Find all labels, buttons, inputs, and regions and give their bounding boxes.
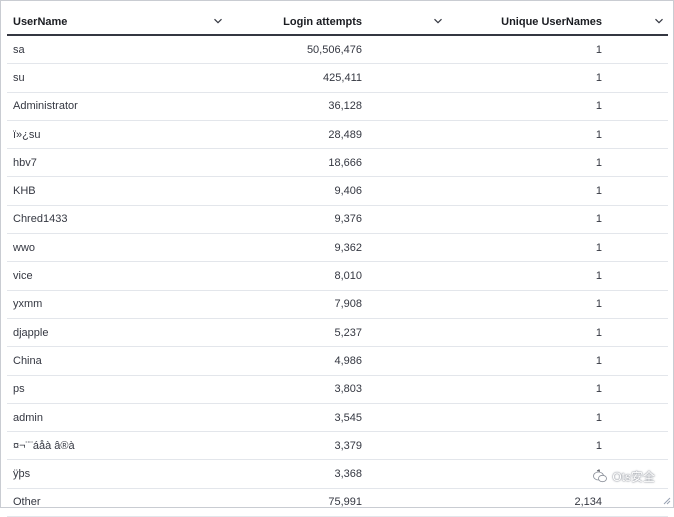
login-attempts-cell: 9,406 — [334, 185, 362, 198]
unique-usernames-cell: 1 — [595, 128, 602, 141]
column-header-label: Login attempts — [283, 15, 362, 28]
username-cell: Other — [13, 496, 41, 509]
username-cell: admin — [13, 411, 43, 424]
unique-usernames-cell: 1 — [595, 439, 602, 452]
watermark-text: Ots安全 — [612, 470, 655, 484]
resize-handle-icon[interactable] — [663, 497, 671, 505]
table-row: sa 50,506,476 1 — [7, 36, 668, 65]
unique-usernames-cell: 1 — [595, 156, 602, 169]
unique-usernames-cell: 1 — [595, 298, 602, 311]
column-header-label: Unique UserNames — [501, 15, 602, 28]
table-row: Chred1433 9,376 1 — [7, 206, 668, 235]
login-attempts-cell: 425,411 — [323, 71, 362, 84]
username-cell: sa — [13, 43, 25, 56]
table-row: Administrator 36,128 1 — [7, 93, 668, 121]
chevron-down-icon[interactable] — [654, 16, 664, 26]
login-attempts-cell: 7,908 — [334, 298, 362, 311]
unique-usernames-cell: 1 — [595, 100, 602, 113]
login-attempts-cell: 9,376 — [334, 213, 362, 226]
login-attempts-cell: 5,237 — [334, 326, 362, 339]
login-attempts-cell: 3,368 — [334, 468, 362, 481]
table-row: su 425,411 1 — [7, 64, 668, 93]
table-row: ps 3,803 1 — [7, 376, 668, 404]
table-header: UserName Login attempts Unique UserNames — [7, 9, 668, 36]
wechat-icon — [593, 471, 608, 482]
table-row: Other 75,991 2,134 — [7, 489, 668, 517]
login-attempts-cell: 75,991 — [328, 496, 362, 509]
login-attempts-cell: 3,379 — [334, 439, 362, 452]
table-body: sa 50,506,476 1 su 425,411 1 Administrator 36,1… — [7, 36, 668, 517]
login-attempts-cell: 18,666 — [328, 156, 362, 169]
unique-usernames-cell: 1 — [595, 411, 602, 424]
column-header-unique-usernames[interactable]: Unique UserNames — [447, 9, 668, 34]
username-cell: ¤¬¨¨áåà â®à — [13, 439, 75, 452]
unique-usernames-cell: 1 — [595, 326, 602, 339]
table-row: admin 3,545 1 — [7, 404, 668, 433]
chevron-down-icon[interactable] — [433, 16, 443, 26]
username-cell: vice — [13, 270, 33, 283]
login-attempts-cell: 50,506,476 — [306, 43, 362, 56]
table-row: KHB 9,406 1 — [7, 177, 668, 206]
username-cell: djapple — [13, 326, 49, 339]
username-cell: China — [13, 354, 42, 367]
unique-usernames-cell: 1 — [595, 185, 602, 198]
unique-usernames-cell: 1 — [595, 354, 602, 367]
unique-usernames-cell: 1 — [595, 71, 602, 84]
table-row: ÿþs3,3681 — [7, 460, 668, 489]
unique-usernames-cell: 1 — [595, 270, 602, 283]
table-row: yxmm 7,908 1 — [7, 291, 668, 319]
username-cell: ÿþs — [13, 468, 31, 481]
login-attempts-cell: 3,545 — [334, 411, 362, 424]
username-cell: Administrator — [13, 100, 78, 113]
table-row: wwo 9,362 1 — [7, 234, 668, 263]
column-header-login-attempts[interactable]: Login attempts — [227, 9, 447, 34]
username-cell: ï»¿su — [13, 128, 41, 141]
column-header-label: UserName — [13, 15, 68, 28]
username-cell: yxmm — [13, 298, 43, 311]
unique-usernames-cell: 1 — [595, 43, 602, 56]
unique-usernames-cell: 2,134 — [574, 496, 602, 509]
table-row: ï»¿su 28,489 1 — [7, 121, 668, 150]
chevron-down-icon[interactable] — [213, 16, 223, 26]
username-cell: wwo — [13, 241, 36, 254]
table-row: ¤¬¨¨áåà â®à 3,379 1 — [7, 432, 668, 461]
data-table-panel: UserName Login attempts Unique UserNames… — [0, 0, 674, 517]
login-attempts-cell: 4,986 — [334, 354, 362, 367]
username-cell: hbv7 — [13, 156, 37, 169]
unique-usernames-cell: 1 — [595, 383, 602, 396]
login-attempts-cell: 36,128 — [328, 100, 362, 113]
unique-usernames-cell: 1 — [595, 213, 602, 226]
table-row: djapple 5,237 1 — [7, 319, 668, 348]
login-attempts-cell: 9,362 — [334, 241, 362, 254]
username-cell: KHB — [13, 185, 36, 198]
username-cell: Chred1433 — [13, 213, 68, 226]
username-cell: ps — [13, 383, 25, 396]
table-row: vice 8,010 1 — [7, 262, 668, 291]
watermark: Ots安全 — [592, 468, 655, 485]
table-row: hbv7 18,666 1 — [7, 149, 668, 178]
column-header-username[interactable]: UserName — [7, 9, 227, 34]
login-attempts-cell: 8,010 — [334, 270, 362, 283]
username-cell: su — [13, 71, 25, 84]
unique-usernames-cell: 1 — [595, 241, 602, 254]
login-attempts-cell: 3,803 — [334, 383, 362, 396]
table-row: China 4,986 1 — [7, 347, 668, 376]
data-table: UserName Login attempts Unique UserNames… — [7, 9, 668, 517]
login-attempts-cell: 28,489 — [328, 128, 362, 141]
